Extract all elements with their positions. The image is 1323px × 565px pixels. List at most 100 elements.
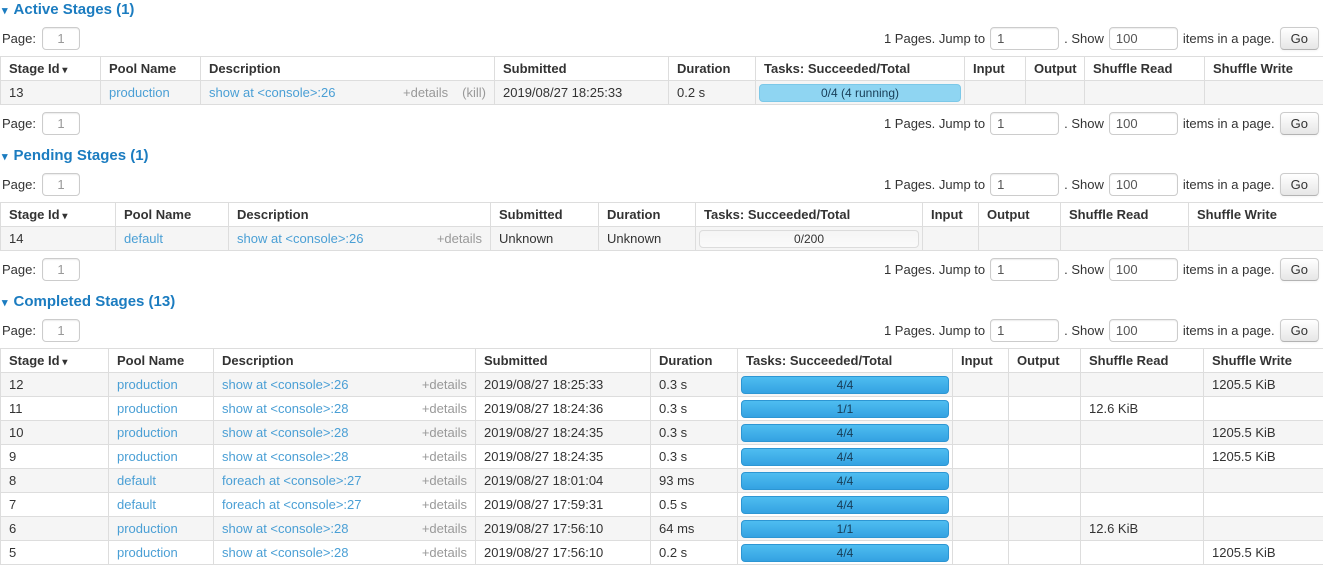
- stage-description-link[interactable]: show at <console>:26: [237, 231, 437, 246]
- kill-link[interactable]: (kill): [462, 85, 486, 100]
- column-header-input[interactable]: Input: [965, 57, 1026, 81]
- pool-name-link[interactable]: default: [117, 473, 156, 488]
- pool-name-link[interactable]: default: [124, 231, 163, 246]
- stage-description-link[interactable]: show at <console>:26: [222, 377, 422, 392]
- pool-name-cell: default: [109, 469, 214, 493]
- stage-description-link[interactable]: show at <console>:28: [222, 545, 422, 560]
- shuffle-read-cell: [1081, 445, 1204, 469]
- go-button[interactable]: Go: [1280, 173, 1319, 196]
- page-size-input[interactable]: [1109, 319, 1178, 342]
- column-header-tasks-succeeded-total[interactable]: Tasks: Succeeded/Total: [738, 349, 953, 373]
- jump-to-page-input[interactable]: [990, 258, 1059, 281]
- jump-to-page-input[interactable]: [990, 112, 1059, 135]
- column-header-shuffle-write[interactable]: Shuffle Write: [1189, 203, 1323, 227]
- stage-description-link[interactable]: show at <console>:26: [209, 85, 403, 100]
- pool-name-link[interactable]: production: [117, 377, 178, 392]
- page-number-input[interactable]: [42, 27, 80, 50]
- column-header-input[interactable]: Input: [953, 349, 1009, 373]
- column-header-label: Pool Name: [124, 207, 191, 222]
- column-header-output[interactable]: Output: [1009, 349, 1081, 373]
- pool-name-link[interactable]: production: [117, 401, 178, 416]
- pool-name-link[interactable]: default: [117, 497, 156, 512]
- details-toggle[interactable]: +details: [437, 231, 482, 246]
- column-header-stage-id[interactable]: Stage Id ▾: [1, 203, 116, 227]
- section-title-pending-stages-1[interactable]: ▾Pending Stages (1): [2, 148, 1323, 164]
- jump-to-page-input[interactable]: [990, 27, 1059, 50]
- details-toggle[interactable]: +details: [403, 85, 448, 100]
- details-toggle[interactable]: +details: [422, 425, 467, 440]
- go-button[interactable]: Go: [1280, 319, 1319, 342]
- pool-name-link[interactable]: production: [117, 545, 178, 560]
- go-button[interactable]: Go: [1280, 112, 1319, 135]
- column-header-label: Submitted: [499, 207, 563, 222]
- column-header-output[interactable]: Output: [1026, 57, 1085, 81]
- pool-name-link[interactable]: production: [117, 521, 178, 536]
- pool-name-link[interactable]: production: [109, 85, 170, 100]
- details-toggle[interactable]: +details: [422, 449, 467, 464]
- column-header-duration[interactable]: Duration: [669, 57, 756, 81]
- column-header-submitted[interactable]: Submitted: [491, 203, 599, 227]
- column-header-tasks-succeeded-total[interactable]: Tasks: Succeeded/Total: [696, 203, 923, 227]
- pagination-row-top: Page:1 Pages. Jump to. Showitems in a pa…: [2, 319, 1321, 342]
- pool-name-cell: production: [101, 81, 201, 105]
- page-size-input[interactable]: [1109, 112, 1178, 135]
- column-header-duration[interactable]: Duration: [599, 203, 696, 227]
- column-header-label: Shuffle Write: [1197, 207, 1277, 222]
- shuffle-read-cell: [1085, 81, 1205, 105]
- stage-description-link[interactable]: show at <console>:28: [222, 425, 422, 440]
- input-cell: [953, 493, 1009, 517]
- jump-to-page-input[interactable]: [990, 173, 1059, 196]
- details-toggle[interactable]: +details: [422, 401, 467, 416]
- section-title-completed-stages-13[interactable]: ▾Completed Stages (13): [2, 294, 1323, 310]
- section-title-active-stages-1[interactable]: ▾Active Stages (1): [2, 2, 1323, 18]
- column-header-output[interactable]: Output: [979, 203, 1061, 227]
- column-header-shuffle-write[interactable]: Shuffle Write: [1204, 349, 1323, 373]
- stage-description-link[interactable]: show at <console>:28: [222, 521, 422, 536]
- column-header-submitted[interactable]: Submitted: [476, 349, 651, 373]
- column-header-input[interactable]: Input: [923, 203, 979, 227]
- details-toggle[interactable]: +details: [422, 377, 467, 392]
- tasks-cell: 0/200: [696, 227, 923, 251]
- go-button[interactable]: Go: [1280, 258, 1319, 281]
- go-button[interactable]: Go: [1280, 27, 1319, 50]
- stage-description-link[interactable]: foreach at <console>:27: [222, 473, 422, 488]
- tasks-cell: 4/4: [738, 493, 953, 517]
- stage-row: 7defaultforeach at <console>:27+details2…: [1, 493, 1323, 517]
- column-header-stage-id[interactable]: Stage Id ▾: [1, 349, 109, 373]
- column-header-duration[interactable]: Duration: [651, 349, 738, 373]
- page-number-input[interactable]: [42, 258, 80, 281]
- stage-description-link[interactable]: foreach at <console>:27: [222, 497, 422, 512]
- details-toggle[interactable]: +details: [422, 545, 467, 560]
- page-number-input[interactable]: [42, 173, 80, 196]
- page-size-input[interactable]: [1109, 258, 1178, 281]
- details-toggle[interactable]: +details: [422, 473, 467, 488]
- input-cell: [953, 541, 1009, 565]
- column-header-description[interactable]: Description: [214, 349, 476, 373]
- column-header-stage-id[interactable]: Stage Id ▾: [1, 57, 101, 81]
- page-number-input[interactable]: [42, 112, 80, 135]
- column-header-description[interactable]: Description: [229, 203, 491, 227]
- details-toggle[interactable]: +details: [422, 497, 467, 512]
- column-header-shuffle-read[interactable]: Shuffle Read: [1061, 203, 1189, 227]
- details-toggle[interactable]: +details: [422, 521, 467, 536]
- column-header-shuffle-write[interactable]: Shuffle Write: [1205, 57, 1323, 81]
- jump-to-page-input[interactable]: [990, 319, 1059, 342]
- column-header-tasks-succeeded-total[interactable]: Tasks: Succeeded/Total: [756, 57, 965, 81]
- column-header-submitted[interactable]: Submitted: [495, 57, 669, 81]
- stage-description-link[interactable]: show at <console>:28: [222, 401, 422, 416]
- column-header-shuffle-read[interactable]: Shuffle Read: [1081, 349, 1204, 373]
- description-cell: show at <console>:26+details (kill): [201, 81, 495, 105]
- page-number-input[interactable]: [42, 319, 80, 342]
- page-size-input[interactable]: [1109, 27, 1178, 50]
- column-header-shuffle-read[interactable]: Shuffle Read: [1085, 57, 1205, 81]
- column-header-pool-name[interactable]: Pool Name: [101, 57, 201, 81]
- page-size-input[interactable]: [1109, 173, 1178, 196]
- column-header-description[interactable]: Description: [201, 57, 495, 81]
- pool-name-link[interactable]: production: [117, 425, 178, 440]
- pool-name-link[interactable]: production: [117, 449, 178, 464]
- stage-description-link[interactable]: show at <console>:28: [222, 449, 422, 464]
- task-progress-bar: 1/1: [741, 520, 949, 538]
- spark-stages-page: ▾Active Stages (1) Page:1 Pages. Jump to.…: [0, 2, 1323, 565]
- column-header-pool-name[interactable]: Pool Name: [109, 349, 214, 373]
- column-header-pool-name[interactable]: Pool Name: [116, 203, 229, 227]
